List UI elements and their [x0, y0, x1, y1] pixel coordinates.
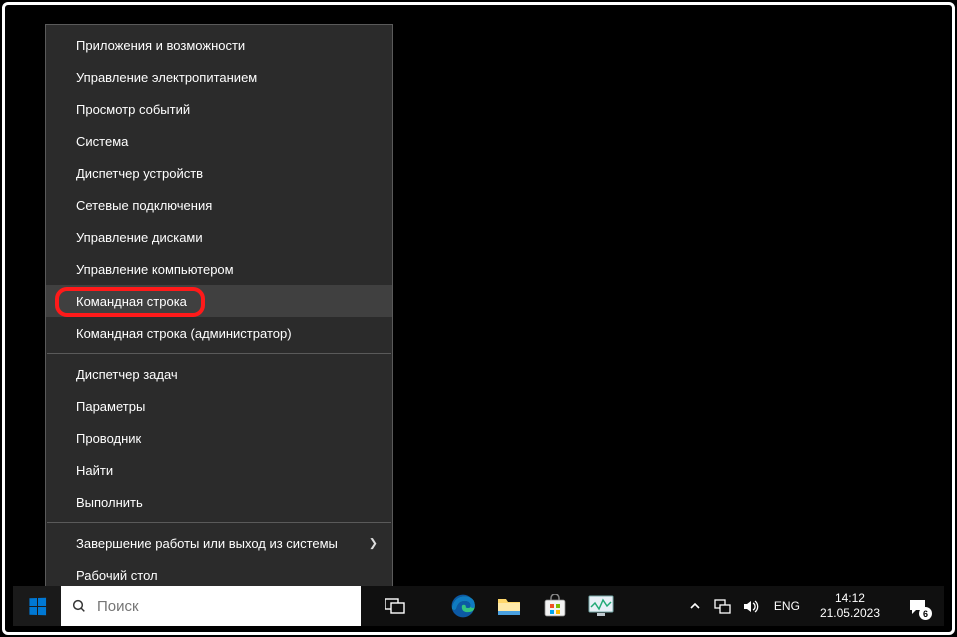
task-view-button[interactable]: [373, 586, 417, 626]
system-tray: ENG 14:12 21.05.2023 6: [686, 586, 944, 626]
menu-item-label: Параметры: [76, 399, 145, 414]
menu-item-label: Диспетчер устройств: [76, 166, 203, 181]
menu-item-label: Рабочий стол: [76, 568, 158, 583]
menu-network-connections[interactable]: Сетевые подключения: [46, 189, 392, 221]
menu-device-manager[interactable]: Диспетчер устройств: [46, 157, 392, 189]
task-view-icon: [385, 598, 405, 614]
menu-task-manager[interactable]: Диспетчер задач: [46, 358, 392, 390]
menu-separator: [47, 353, 391, 354]
menu-computer-management[interactable]: Управление компьютером: [46, 253, 392, 285]
chevron-up-icon: [689, 600, 701, 612]
search-input[interactable]: [97, 598, 351, 615]
network-icon: [714, 598, 731, 615]
winx-context-menu: Приложения и возможности Управление элек…: [45, 24, 393, 596]
menu-shutdown-signout[interactable]: Завершение работы или выход из системы ❯: [46, 527, 392, 559]
menu-item-label: Проводник: [76, 431, 141, 446]
menu-apps-features[interactable]: Приложения и возможности: [46, 29, 392, 61]
screenshot-frame: Приложения и возможности Управление элек…: [2, 2, 955, 635]
menu-item-label: Просмотр событий: [76, 102, 190, 117]
edge-icon: [450, 593, 476, 619]
menu-item-label: Управление компьютером: [76, 262, 234, 277]
menu-power-options[interactable]: Управление электропитанием: [46, 61, 392, 93]
taskbar-search[interactable]: [61, 586, 361, 626]
menu-file-explorer[interactable]: Проводник: [46, 422, 392, 454]
notification-badge: 6: [919, 607, 932, 620]
menu-command-prompt[interactable]: Командная строка: [46, 285, 392, 317]
windows-logo-icon: [29, 597, 46, 615]
taskbar-app-edge[interactable]: [441, 586, 485, 626]
start-button[interactable]: [13, 586, 61, 626]
clock-date: 21.05.2023: [820, 606, 880, 621]
tray-clock[interactable]: 14:12 21.05.2023: [814, 591, 886, 621]
tray-volume[interactable]: [742, 597, 760, 615]
menu-settings[interactable]: Параметры: [46, 390, 392, 422]
tray-network[interactable]: [714, 597, 732, 615]
menu-run[interactable]: Выполнить: [46, 486, 392, 518]
menu-event-viewer[interactable]: Просмотр событий: [46, 93, 392, 125]
menu-system[interactable]: Система: [46, 125, 392, 157]
menu-item-label: Диспетчер задач: [76, 367, 178, 382]
taskbar-app-monitor[interactable]: [579, 586, 623, 626]
tray-notifications[interactable]: 6: [896, 586, 938, 626]
menu-item-label: Система: [76, 134, 128, 149]
menu-item-label: Выполнить: [76, 495, 143, 510]
menu-item-label: Командная строка (администратор): [76, 326, 292, 341]
clock-time: 14:12: [820, 591, 880, 606]
menu-item-label: Завершение работы или выход из системы: [76, 536, 338, 551]
menu-item-label: Сетевые подключения: [76, 198, 212, 213]
search-icon: [71, 598, 87, 614]
tray-language[interactable]: ENG: [770, 599, 804, 613]
menu-search[interactable]: Найти: [46, 454, 392, 486]
menu-separator: [47, 522, 391, 523]
menu-item-label: Командная строка: [76, 294, 187, 309]
taskbar-app-explorer[interactable]: [487, 586, 531, 626]
menu-item-label: Управление дисками: [76, 230, 203, 245]
menu-command-prompt-admin[interactable]: Командная строка (администратор): [46, 317, 392, 349]
store-icon: [543, 594, 567, 618]
volume-icon: [742, 598, 759, 615]
chevron-right-icon: ❯: [369, 537, 378, 550]
menu-item-label: Управление электропитанием: [76, 70, 257, 85]
folder-icon: [497, 595, 521, 617]
taskbar-app-store[interactable]: [533, 586, 577, 626]
tray-chevron-up[interactable]: [686, 597, 704, 615]
taskbar-pinned-apps: [373, 586, 623, 626]
menu-item-label: Найти: [76, 463, 113, 478]
taskbar: ENG 14:12 21.05.2023 6: [13, 586, 944, 626]
monitor-icon: [588, 595, 614, 617]
menu-item-label: Приложения и возможности: [76, 38, 245, 53]
menu-disk-management[interactable]: Управление дисками: [46, 221, 392, 253]
